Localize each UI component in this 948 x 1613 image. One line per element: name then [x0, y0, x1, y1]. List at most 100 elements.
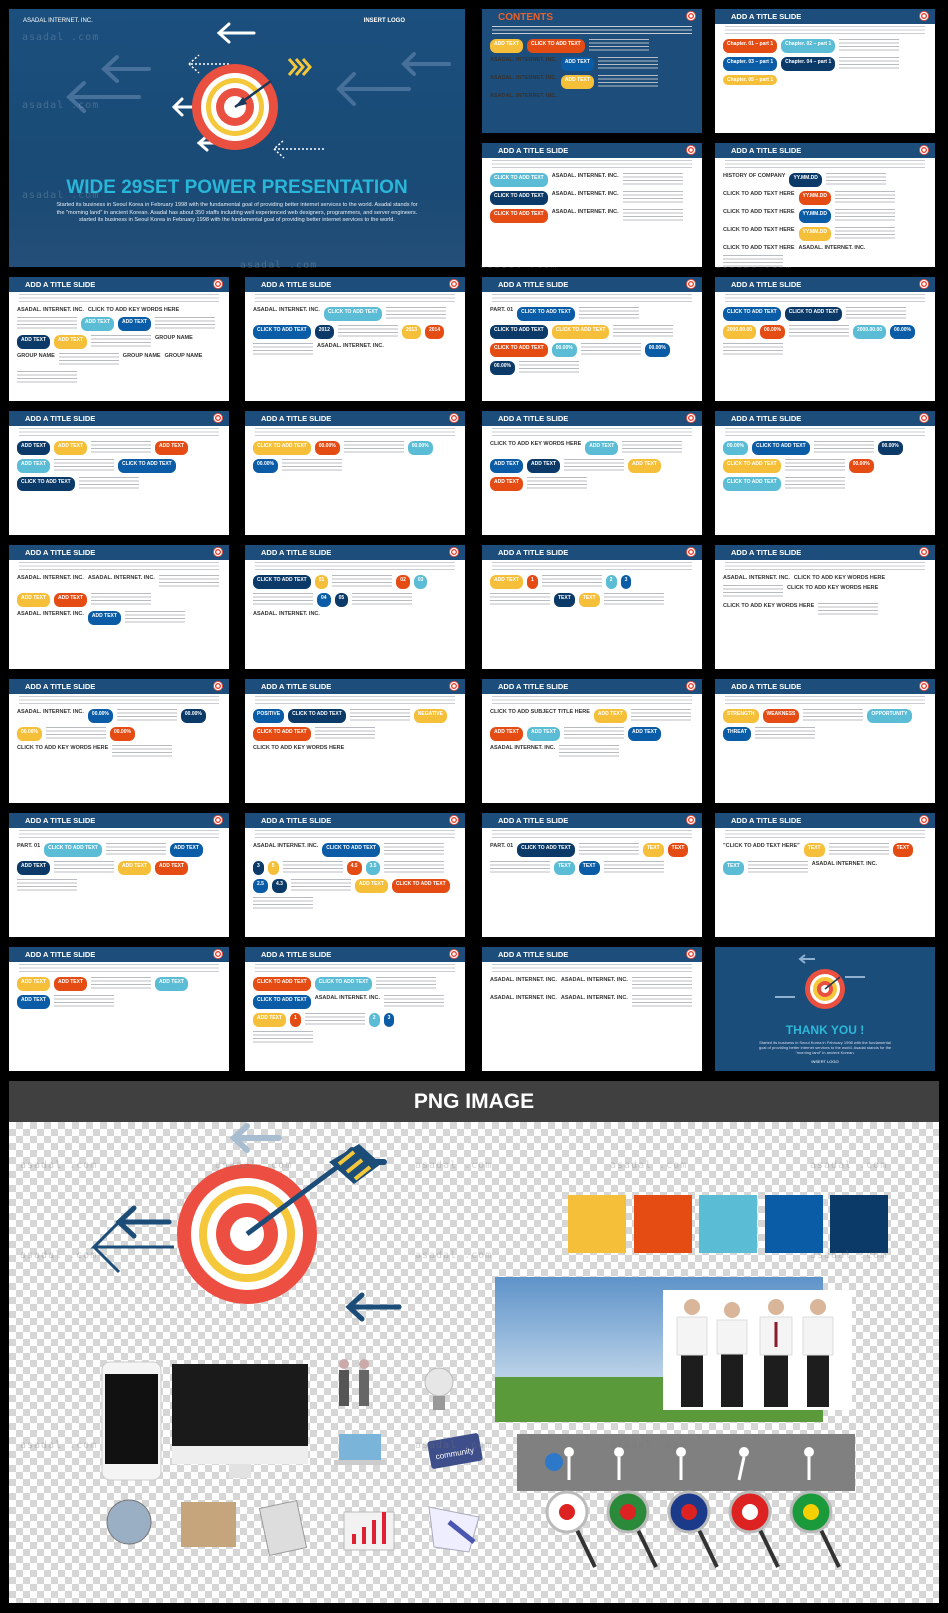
- slide-thumbnail[interactable]: ADD A TITLE SLIDE CLICK TO ADD TEXT CLICK …: [715, 277, 935, 401]
- slide-label: 00.00%: [848, 459, 874, 473]
- placeholder-text: [622, 441, 683, 455]
- target-logo-icon: [213, 279, 223, 289]
- color-swatch: [699, 1195, 757, 1253]
- slide-caption: [492, 830, 692, 838]
- slide-caption: [725, 26, 925, 34]
- slide-body: 00.00% CLICK TO ADD TEXT 00.00% CLICK TO AD…: [715, 436, 935, 496]
- target-logo-icon: [449, 413, 459, 423]
- watermark: asadal .com: [20, 1440, 98, 1451]
- slide-thumbnail[interactable]: ADD A TITLE SLIDE HISTORY OF COMPANY YY.MM…: [715, 143, 935, 267]
- target-logo-icon: [919, 815, 929, 825]
- watermark: asadal .com: [715, 260, 793, 271]
- slide-label: CLICK TO ADD TEXT HERE: [723, 191, 795, 197]
- target-logo-icon: [449, 949, 459, 959]
- slide-title: ADD A TITLE SLIDE: [245, 813, 465, 828]
- slide-label: Chapter. 03 – part 1: [723, 57, 778, 71]
- slide-thumbnail[interactable]: ADD A TITLE SLIDE ASADAL. INTERNET. INC. C…: [715, 545, 935, 669]
- watermark: asadal .com: [810, 1160, 888, 1171]
- title-slide[interactable]: ASADAL INTERNET. INC. INSERT LOGO WIDE 2…: [9, 9, 465, 267]
- watermark: asadal .com: [415, 1160, 493, 1171]
- slide-label: TEXT: [642, 843, 664, 857]
- slide-thumbnail[interactable]: ADD A TITLE SLIDE PART. 01 CLICK TO ADD TE…: [482, 813, 702, 937]
- slide-label: HISTORY OF COMPANY: [723, 173, 786, 179]
- flag-magnifier-usa: [728, 1490, 780, 1568]
- placeholder-text: [834, 191, 895, 205]
- slide-label: CLICK TO ADD KEY WORDS HERE: [793, 575, 886, 581]
- slide-label: NEGATIVE: [413, 709, 447, 723]
- slide-label: CLICK TO ADD TEXT: [314, 977, 373, 991]
- placeholder-text: [337, 325, 398, 339]
- slide-label: ASADAL. INTERNET. INC.: [17, 575, 84, 581]
- slide-caption: [19, 696, 219, 704]
- slide-thumbnail[interactable]: ADD A TITLE SLIDE 00.00% CLICK TO ADD TEXT…: [715, 411, 935, 535]
- slide-label: 4.3: [271, 879, 287, 893]
- placeholder-text: [490, 593, 550, 607]
- placeholder-text: [603, 593, 664, 607]
- slide-label: CLICK TO ADD TEXT: [253, 977, 311, 991]
- slide-thumbnail[interactable]: ADD A TITLE SLIDE STRENGTH WEAKNESS OPPORTU…: [715, 679, 935, 803]
- placeholder-text: [343, 441, 404, 455]
- slide-body: Chapter. 01 – part 1 Chapter. 02 – part 1…: [715, 34, 935, 90]
- target-logo-icon: [686, 279, 696, 289]
- placeholder-text: [839, 39, 900, 53]
- slide-label: ADD TEXT: [490, 727, 523, 741]
- thank-you-description: Started its business in Seoul Korea in F…: [758, 1040, 892, 1055]
- slide-thumbnail[interactable]: ADD A TITLE SLIDE ASADAL. INTERNET. INC. 0…: [9, 679, 229, 803]
- slide-body: CLICK TO ADD TEXT 01 02 03 04 05 ASADAL. INTER…: [245, 570, 465, 622]
- slide-label: CLICK TO ADD TEXT: [490, 191, 548, 205]
- slide-thumbnail[interactable]: ADD A TITLE SLIDE ADD TEXT 1 2 3 TEXT TEXT: [482, 545, 702, 669]
- slide-thumbnail[interactable]: ADD A TITLE SLIDE "CLICK TO ADD TEXT HERE…: [715, 813, 935, 937]
- placeholder-text: [541, 575, 602, 589]
- slide-label: CLICK TO ADD TEXT: [322, 843, 381, 857]
- slide-thumbnail[interactable]: ADD A TITLE SLIDE ASADAL. INTERNET. INC. C…: [9, 277, 229, 401]
- slide-label: 3: [253, 861, 264, 875]
- slide-thumbnail[interactable]: ADD A TITLE SLIDE ASADAL. INTERNET. INC. A…: [482, 947, 702, 1071]
- slide-caption: [19, 428, 219, 436]
- slide-label: 00.00%: [723, 441, 748, 455]
- target-logo-icon: [686, 11, 696, 21]
- target-logo-icon: [213, 681, 223, 691]
- slide-label: ADD TEXT: [54, 593, 87, 607]
- slide-thumbnail[interactable]: CONTENTS ADD TEXT CLICK TO ADD TEXT ASADAL.…: [482, 9, 702, 133]
- slide-label: 00.00%: [17, 727, 42, 741]
- slide-thumbnail[interactable]: ADD A TITLE SLIDE CLICK TO ADD TEXT 00.00%…: [245, 411, 465, 535]
- slide-label: ASADAL. INTERNET. INC.: [490, 977, 557, 983]
- slide-label: CLICK TO ADD TEXT: [44, 843, 102, 857]
- slide-label: CLICK TO ADD SUBJECT TITLE HERE: [490, 709, 590, 715]
- slide-thumbnail[interactable]: ADD A TITLE SLIDE ASADAL. INTERNET. INC. C…: [245, 277, 465, 401]
- placeholder-text: [578, 307, 639, 321]
- placeholder-text: [253, 1031, 313, 1045]
- color-swatch: [830, 1195, 888, 1253]
- slide-label: 2012: [314, 325, 334, 339]
- slide-thumbnail[interactable]: ADD A TITLE SLIDE CLICK TO ADD KEY WORDS …: [482, 411, 702, 535]
- slide-thumbnail[interactable]: ADD A TITLE SLIDE CLICK TO ADD TEXT ASADAL…: [482, 143, 702, 267]
- slide-label: ASADAL. INTERNET. INC.: [87, 575, 155, 581]
- target-logo-icon: [213, 413, 223, 423]
- target-logo-icon: [449, 681, 459, 691]
- slide-thumbnail[interactable]: ADD A TITLE SLIDE POSITIVE CLICK TO ADD TE…: [245, 679, 465, 803]
- slide-thumbnail[interactable]: ADD A TITLE SLIDE ADD TEXT ADD TEXT ADD TEX…: [9, 411, 229, 535]
- slide-thumbnail[interactable]: ADD A TITLE SLIDE CLICK TO ADD TEXT CLICK …: [245, 947, 465, 1071]
- slide-title: ADD A TITLE SLIDE: [9, 277, 229, 292]
- slide-label: ASADAL. INTERNET. INC.: [317, 343, 384, 349]
- slide-thumbnail[interactable]: ADD A TITLE SLIDE ASADAL INTERNET. INC. CL…: [245, 813, 465, 937]
- slide-label: CLICK TO ADD TEXT: [517, 307, 575, 321]
- slide-thumbnail[interactable]: ADD A TITLE SLIDE PART. 01 CLICK TO ADD TE…: [482, 277, 702, 401]
- slide-thumbnail[interactable]: ADD A TITLE SLIDE Chapter. 01 – part 1 Cha…: [715, 9, 935, 133]
- slide-body: ADD TEXT 1 2 3 TEXT TEXT: [482, 570, 702, 612]
- slide-label: TEXT: [554, 861, 575, 875]
- placeholder-text: [385, 307, 446, 321]
- placeholder-text: [314, 727, 375, 741]
- slide-label: ADD TEXT: [155, 441, 188, 455]
- slide-thumbnail[interactable]: ADD A TITLE SLIDE ADD TEXT ADD TEXT ADD TEX…: [9, 947, 229, 1071]
- slide-thumbnail[interactable]: ADD A TITLE SLIDE PART. 01 CLICK TO ADD TE…: [9, 813, 229, 937]
- slide-thumbnail[interactable]: ADD A TITLE SLIDE CLICK TO ADD TEXT 01 02 03…: [245, 545, 465, 669]
- placeholder-text: [91, 593, 151, 607]
- slide-thumbnail[interactable]: ADD A TITLE SLIDE CLICK TO ADD SUBJECT TI…: [482, 679, 702, 803]
- slide-label: ASADAL. INTERNET. INC.: [560, 977, 628, 983]
- slide-label: THREAT: [723, 727, 751, 741]
- slide-thumbnail[interactable]: ADD A TITLE SLIDE ASADAL. INTERNET. INC. A…: [9, 545, 229, 669]
- slide-label: CLICK TO ADD TEXT: [784, 307, 843, 321]
- slide-label: CLICK TO ADD TEXT HERE: [723, 227, 795, 233]
- thank-you-slide[interactable]: THANK YOU ! Started its business in Seoul…: [715, 947, 935, 1071]
